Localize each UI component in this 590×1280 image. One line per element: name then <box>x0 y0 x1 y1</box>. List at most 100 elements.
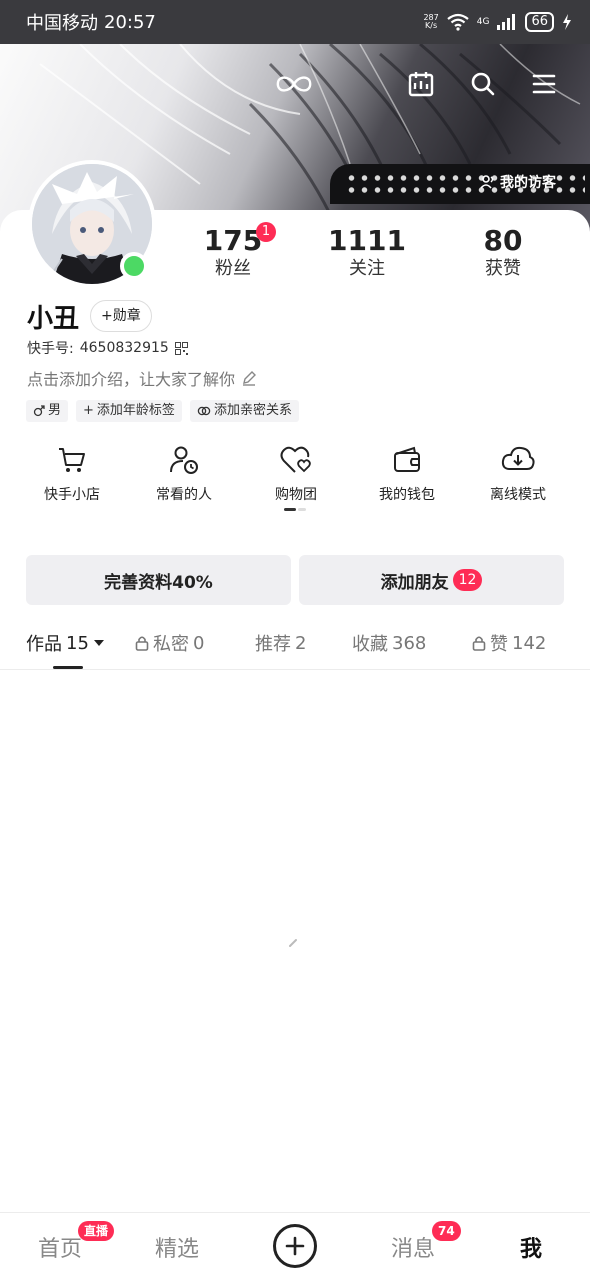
shortcut-offline-mode-label: 离线模式 <box>490 487 546 503</box>
profile-stats: 175 粉丝 1 1111 关注 80 获赞 <box>166 222 566 284</box>
add-friends-label: 添加朋友 <box>380 572 449 593</box>
nav-messages-label: 消息 <box>391 1237 436 1262</box>
page-dot-active <box>284 508 296 511</box>
shortcut-shop[interactable]: 快手小店 <box>17 440 127 504</box>
tag-gender[interactable]: 男 <box>26 400 69 422</box>
loading-spinner-icon <box>289 939 297 947</box>
create-post-button[interactable] <box>273 1224 317 1268</box>
shopping-cart-icon <box>17 440 127 480</box>
plus-icon: + <box>101 308 113 324</box>
following-label: 关注 <box>349 258 385 279</box>
profile-tags: 男 + 添加年龄标签 添加亲密关系 <box>26 400 299 422</box>
new-followers-badge: 1 <box>256 222 276 242</box>
followers-label: 粉丝 <box>215 258 251 279</box>
likes-label: 获赞 <box>485 258 521 279</box>
visitors-label: 我的访客 <box>500 175 556 191</box>
tab-recommended[interactable]: 推荐 2 <box>255 630 306 656</box>
lock-icon <box>135 636 149 651</box>
charging-leaf-icon <box>563 14 571 30</box>
infinity-icon[interactable] <box>274 64 314 104</box>
tab-favorites-label: 收藏 <box>352 634 388 655</box>
tab-private[interactable]: 私密 0 <box>135 630 204 656</box>
bottom-navigation: 首页 直播 精选 消息 74 我 <box>0 1212 590 1280</box>
stat-followers[interactable]: 175 粉丝 1 <box>178 222 288 280</box>
shortcut-wallet[interactable]: 我的钱包 <box>352 440 462 504</box>
stat-likes[interactable]: 80 获赞 <box>448 224 558 280</box>
tab-favorites[interactable]: 收藏 368 <box>352 630 426 656</box>
live-badge: 直播 <box>78 1221 115 1241</box>
tab-works[interactable]: 作品 15 <box>26 630 105 656</box>
intro-placeholder: 点击添加介绍，让大家了解你 <box>27 370 236 389</box>
search-icon[interactable] <box>463 64 503 104</box>
tab-works-count: 15 <box>66 632 89 654</box>
medal-button[interactable]: +勋章 <box>90 300 152 332</box>
visitors-icon <box>480 175 494 189</box>
plus-icon: + <box>83 403 94 418</box>
shortcut-offline-mode[interactable]: 离线模式 <box>463 440 573 504</box>
clock: 20:57 <box>104 11 156 33</box>
nav-home[interactable]: 首页 <box>38 1231 82 1263</box>
nav-featured[interactable]: 精选 <box>155 1231 199 1263</box>
carrier-name: 中国移动 <box>26 13 98 34</box>
tab-favorites-count: 368 <box>392 632 427 654</box>
content-tabs: 作品 15 私密 0 推荐 2 收藏 368 赞 142 <box>0 622 590 670</box>
stat-following[interactable]: 1111 关注 <box>312 224 422 280</box>
nav-messages[interactable]: 消息 <box>391 1231 435 1263</box>
add-friends-button[interactable]: 添加朋友 12 <box>299 555 564 605</box>
tab-liked-count: 142 <box>512 632 547 654</box>
add-friends-badge: 12 <box>452 569 483 591</box>
qr-code-icon[interactable] <box>174 341 188 355</box>
calendar-icon[interactable] <box>401 64 441 104</box>
online-status-dot <box>120 252 148 280</box>
signal-label: 4G <box>476 17 490 27</box>
network-speed: 287 K/s <box>423 14 438 30</box>
tab-recommended-label: 推荐 <box>255 634 291 655</box>
tag-add-relationship-label: 添加亲密关系 <box>213 403 292 418</box>
heart-group-icon <box>241 440 351 480</box>
battery-indicator: 66 <box>525 12 554 32</box>
page-dot <box>298 508 306 511</box>
nav-me[interactable]: 我 <box>520 1231 542 1263</box>
following-count: 1111 <box>328 224 406 257</box>
wifi-icon <box>447 13 469 31</box>
nav-home-label: 首页 <box>38 1237 83 1262</box>
complete-profile-button[interactable]: 完善资料40% <box>26 555 291 605</box>
tab-private-count: 0 <box>193 632 205 654</box>
kuaishou-id[interactable]: 快手号: 4650832915 <box>27 338 188 358</box>
add-intro-prompt[interactable]: 点击添加介绍，让大家了解你 <box>27 366 257 390</box>
menu-icon[interactable] <box>524 64 564 104</box>
complete-profile-label: 完善资料40% <box>104 572 213 593</box>
tag-add-age-label: 添加年龄标签 <box>96 403 175 418</box>
shortcut-wallet-label: 我的钱包 <box>379 487 435 503</box>
tab-private-label: 私密 <box>153 634 189 655</box>
tab-works-label: 作品 <box>26 634 62 655</box>
wallet-icon <box>352 440 462 480</box>
status-bar: 中国移动 20:57 287 K/s 4G 66 <box>0 0 590 44</box>
my-visitors-button[interactable]: 我的访客 <box>480 172 556 192</box>
kuaishou-id-label: 快手号: <box>27 341 74 357</box>
nav-me-label: 我 <box>520 1237 543 1262</box>
shortcut-frequent-people-label: 常看的人 <box>156 487 212 503</box>
edit-pencil-icon <box>243 371 257 386</box>
header-actions <box>0 64 590 108</box>
profile-card <box>0 210 590 1215</box>
male-icon <box>33 405 45 417</box>
profile-name[interactable]: 小丑 <box>27 298 79 335</box>
nav-featured-label: 精选 <box>155 1237 200 1262</box>
tag-add-age[interactable]: + 添加年龄标签 <box>76 400 182 422</box>
dropdown-caret-icon <box>93 640 104 646</box>
shortcut-frequent-people[interactable]: 常看的人 <box>129 440 239 504</box>
kuaishou-id-value: 4650832915 <box>79 340 169 356</box>
signal-icon <box>497 14 516 30</box>
person-clock-icon <box>129 440 239 480</box>
tag-add-relationship[interactable]: 添加亲密关系 <box>189 400 299 422</box>
likes-count: 80 <box>483 224 523 257</box>
active-tab-indicator <box>53 666 83 669</box>
tab-liked[interactable]: 赞 142 <box>472 630 546 656</box>
tab-liked-label: 赞 <box>490 634 508 655</box>
shortcut-shopping-group[interactable]: 购物团 <box>241 440 351 504</box>
tab-recommended-count: 2 <box>295 632 307 654</box>
status-icons: 287 K/s 4G 66 <box>423 12 572 32</box>
network-speed-unit: K/s <box>425 21 438 30</box>
cloud-download-icon <box>463 440 573 480</box>
